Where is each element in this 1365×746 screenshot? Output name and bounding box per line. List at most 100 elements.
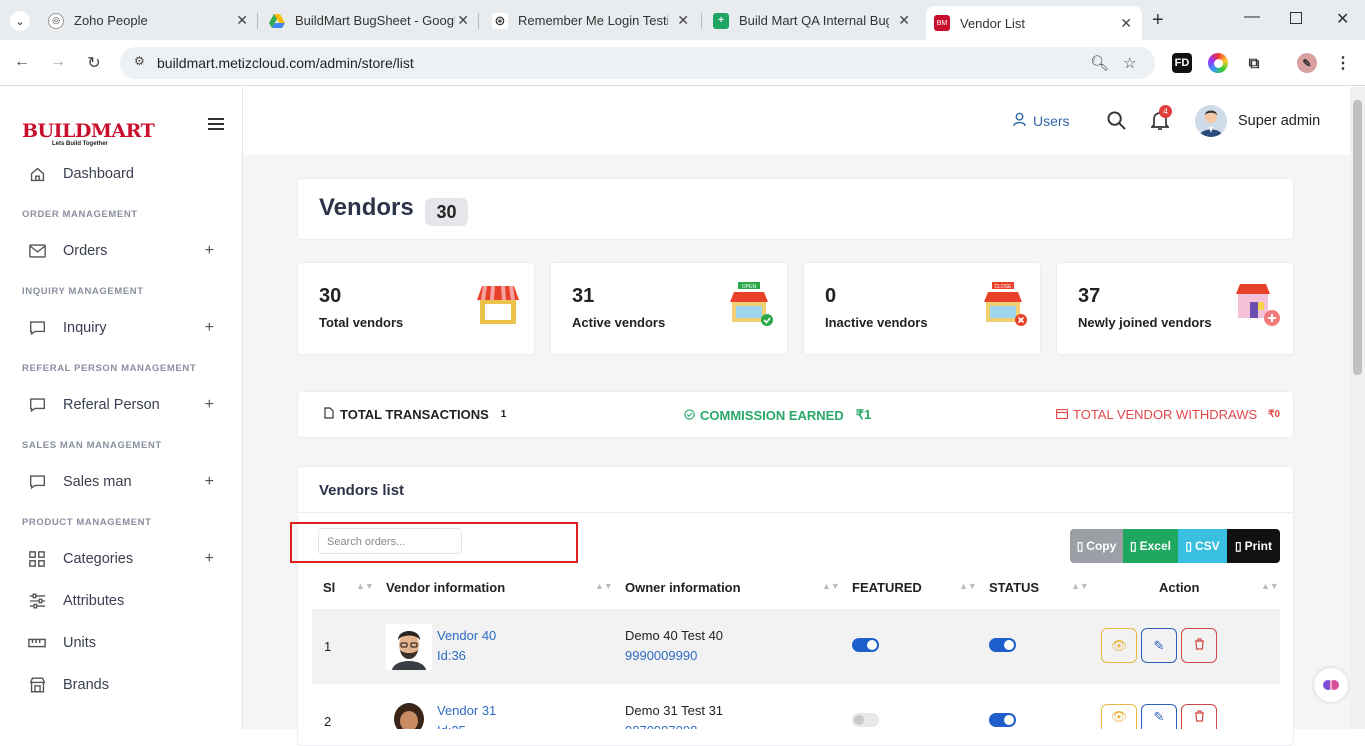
- site-info-icon[interactable]: ⚙: [134, 54, 145, 68]
- close-tab-icon[interactable]: ✕: [898, 12, 910, 29]
- close-tab-icon[interactable]: ✕: [677, 12, 689, 29]
- delete-button[interactable]: [1181, 628, 1217, 663]
- sidebar-item-categories[interactable]: Categories +: [28, 550, 218, 568]
- featured-toggle[interactable]: [852, 713, 879, 727]
- admin-name[interactable]: Super admin: [1238, 113, 1320, 129]
- sidebar-item-units[interactable]: Units: [28, 634, 218, 652]
- sort-icon[interactable]: ▲▼: [822, 581, 840, 591]
- close-tab-icon[interactable]: ✕: [236, 12, 248, 29]
- sidebar-item-attributes[interactable]: Attributes: [28, 592, 218, 610]
- print-button[interactable]: ▯ Print: [1227, 529, 1280, 563]
- browser-tab[interactable]: ◎ Zoho People ✕: [48, 7, 248, 34]
- expand-plus-icon[interactable]: +: [205, 319, 214, 337]
- column-header-vendor[interactable]: Vendor information: [386, 580, 505, 595]
- page-scrollbar[interactable]: [1350, 87, 1365, 729]
- featured-toggle[interactable]: [852, 638, 879, 652]
- owner-phone-link[interactable]: 9870987098: [625, 723, 697, 729]
- top-header: Users 4 Super admin: [243, 87, 1350, 155]
- edit-button[interactable]: ✎: [1141, 704, 1177, 729]
- stat-value: 37: [1078, 285, 1101, 307]
- browser-tab[interactable]: BuildMart BugSheet - Googl ✕: [269, 7, 469, 34]
- close-tab-icon[interactable]: ✕: [457, 12, 469, 29]
- sidebar-item-label: Referal Person: [63, 397, 160, 413]
- assistant-brain-icon[interactable]: [1314, 668, 1348, 702]
- column-header-sl[interactable]: Sl: [323, 580, 335, 595]
- sidebar-item-dashboard[interactable]: Dashboard: [28, 165, 218, 183]
- sidebar-item-orders[interactable]: Orders +: [28, 242, 218, 260]
- search-icon[interactable]: [1107, 111, 1126, 135]
- extension-fd-icon[interactable]: FD: [1172, 53, 1192, 73]
- view-button[interactable]: 👁︎: [1101, 704, 1137, 729]
- forward-icon[interactable]: →: [48, 53, 68, 71]
- sidebar-item-sales-man[interactable]: Sales man +: [28, 473, 218, 491]
- sort-icon[interactable]: ▲▼: [1071, 581, 1089, 591]
- expand-plus-icon[interactable]: +: [205, 473, 214, 491]
- sort-icon[interactable]: ▲▼: [356, 581, 374, 591]
- reload-icon[interactable]: ↻: [84, 53, 104, 73]
- edit-button[interactable]: ✎: [1141, 628, 1177, 663]
- logo-tagline: Lets Build Together: [52, 141, 108, 147]
- minimize-icon[interactable]: —: [1244, 8, 1260, 26]
- expand-plus-icon[interactable]: +: [205, 396, 214, 414]
- sort-icon[interactable]: ▲▼: [959, 581, 977, 591]
- extensions-puzzle-icon[interactable]: ⧉: [1244, 53, 1264, 73]
- close-tab-icon[interactable]: ✕: [1120, 15, 1132, 32]
- tab-search-icon[interactable]: ⌄: [10, 11, 30, 31]
- sidebar-item-referal-person[interactable]: Referal Person +: [28, 396, 218, 414]
- scrollbar-thumb[interactable]: [1353, 100, 1362, 375]
- excel-button[interactable]: ▯ Excel: [1123, 529, 1178, 563]
- column-header-featured[interactable]: FEATURED: [852, 580, 922, 595]
- buildmart-logo[interactable]: BUILDMART: [22, 120, 155, 142]
- expand-plus-icon[interactable]: +: [205, 242, 214, 260]
- annotation-highlight-box: [290, 522, 578, 563]
- copy-icon: ▯: [1076, 539, 1084, 553]
- address-bar[interactable]: ⚙ buildmart.metizcloud.com/admin/store/l…: [120, 47, 1155, 79]
- restore-icon[interactable]: [1290, 12, 1302, 24]
- sort-icon[interactable]: ▲▼: [595, 581, 613, 591]
- new-tab-icon[interactable]: +: [1152, 9, 1164, 32]
- users-link[interactable]: Users: [1013, 112, 1070, 130]
- svg-text:CLOSE: CLOSE: [995, 284, 1013, 290]
- store-icon: [28, 676, 46, 694]
- browser-tab[interactable]: ⊛ Remember Me Login Testing ✕: [492, 7, 689, 34]
- admin-avatar[interactable]: [1195, 105, 1227, 137]
- eye-icon: 👁︎: [1110, 637, 1128, 653]
- store-icon: [475, 284, 519, 326]
- browser-tab-active[interactable]: BM Vendor List ✕: [926, 6, 1142, 40]
- view-button[interactable]: 👁︎: [1101, 628, 1137, 663]
- delete-button[interactable]: [1181, 704, 1217, 729]
- vendor-name-link[interactable]: Vendor 31: [437, 703, 496, 718]
- sidebar: BUILDMART Lets Build Together Dashboard …: [0, 87, 243, 729]
- expand-plus-icon[interactable]: +: [205, 550, 214, 568]
- stat-value: 0: [825, 285, 837, 307]
- chat-icon: [28, 473, 46, 491]
- print-icon: ▯: [1235, 539, 1242, 553]
- browser-menu-icon[interactable]: ⋮: [1333, 53, 1353, 73]
- hamburger-menu-icon[interactable]: [208, 115, 224, 133]
- sidebar-item-brands[interactable]: Brands: [28, 676, 218, 694]
- total-transactions: TOTAL TRANSACTIONS 1: [324, 407, 506, 422]
- extension-color-icon[interactable]: [1208, 53, 1228, 73]
- tab-title: Zoho People: [74, 13, 148, 28]
- column-header-owner[interactable]: Owner information: [625, 580, 741, 595]
- tab-divider: [478, 13, 479, 29]
- mail-icon: [28, 242, 46, 260]
- csv-button[interactable]: ▯ CSV: [1178, 529, 1227, 563]
- column-header-status[interactable]: STATUS: [989, 580, 1039, 595]
- back-icon[interactable]: ←: [12, 53, 32, 71]
- status-toggle[interactable]: [989, 638, 1016, 652]
- sidebar-item-inquiry[interactable]: Inquiry +: [28, 319, 218, 337]
- close-window-icon[interactable]: ✕: [1336, 9, 1349, 29]
- owner-name: Demo 40 Test 40: [625, 628, 724, 643]
- browser-tab[interactable]: + Build Mart QA Internal Bug s ✕: [713, 7, 910, 34]
- owner-phone-link[interactable]: 9990009990: [625, 648, 697, 663]
- vendor-name-link[interactable]: Vendor 40: [437, 628, 496, 643]
- zoom-icon[interactable]: 🔍︎: [1090, 54, 1109, 72]
- pencil-icon: ✎: [1153, 709, 1165, 724]
- bookmark-star-icon[interactable]: ☆: [1123, 54, 1136, 72]
- status-toggle[interactable]: [989, 713, 1016, 727]
- sort-icon[interactable]: ▲▼: [1261, 581, 1279, 591]
- profile-avatar-icon[interactable]: ✎: [1297, 53, 1317, 73]
- app-page: BUILDMART Lets Build Together Dashboard …: [0, 87, 1365, 746]
- copy-button[interactable]: ▯ Copy: [1070, 529, 1123, 563]
